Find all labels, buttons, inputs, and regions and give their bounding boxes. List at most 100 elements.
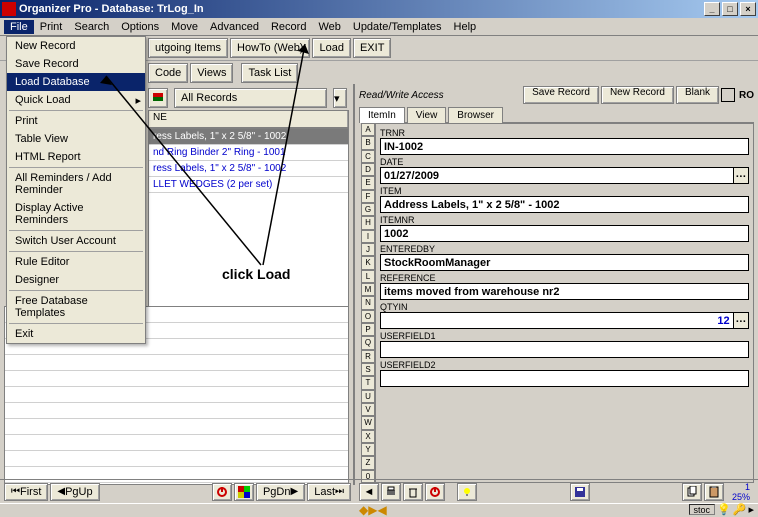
letter-A[interactable]: A bbox=[361, 123, 375, 136]
exit-button[interactable]: EXIT bbox=[353, 38, 391, 58]
fm-load-database[interactable]: Load Database bbox=[7, 73, 145, 91]
grid-row[interactable]: LLET WEDGES (2 per set) bbox=[149, 177, 348, 193]
userfield2-input[interactable] bbox=[380, 370, 749, 387]
howto-web-button[interactable]: HowTo (Web) bbox=[230, 38, 310, 58]
tab-view[interactable]: View bbox=[407, 107, 447, 123]
blank-button[interactable]: Blank bbox=[676, 86, 719, 104]
enteredby-input[interactable] bbox=[380, 254, 749, 271]
letter-I[interactable]: I bbox=[361, 230, 375, 243]
letter-M[interactable]: M bbox=[361, 283, 375, 296]
letter-S[interactable]: S bbox=[361, 363, 375, 376]
letter-L[interactable]: L bbox=[361, 270, 375, 283]
fm-designer[interactable]: Designer bbox=[7, 271, 145, 289]
menu-file[interactable]: File bbox=[4, 20, 34, 34]
maximize-button[interactable]: □ bbox=[722, 2, 738, 16]
menu-help[interactable]: Help bbox=[448, 20, 483, 34]
date-input[interactable] bbox=[380, 167, 734, 184]
reference-input[interactable] bbox=[380, 283, 749, 300]
letter-G[interactable]: G bbox=[361, 203, 375, 216]
letter-H[interactable]: H bbox=[361, 216, 375, 229]
back-arrow-icon[interactable]: ◄ bbox=[359, 483, 379, 501]
fm-switch-user[interactable]: Switch User Account bbox=[7, 232, 145, 250]
tab-browser[interactable]: Browser bbox=[448, 107, 503, 123]
fm-save-record[interactable]: Save Record bbox=[7, 55, 145, 73]
pgdn-button[interactable]: PgDn▶ bbox=[256, 483, 305, 501]
last-button[interactable]: Last⏭ bbox=[307, 483, 351, 501]
color-grid-icon[interactable] bbox=[234, 483, 254, 501]
letter-N[interactable]: N bbox=[361, 296, 375, 309]
menu-record[interactable]: Record bbox=[265, 20, 312, 34]
menu-advanced[interactable]: Advanced bbox=[204, 20, 265, 34]
ro-checkbox[interactable] bbox=[721, 88, 735, 102]
userfield1-input[interactable] bbox=[380, 341, 749, 358]
menu-print[interactable]: Print bbox=[34, 20, 69, 34]
code-button[interactable]: Code bbox=[148, 63, 188, 83]
letter-B[interactable]: B bbox=[361, 136, 375, 149]
letter-D[interactable]: D bbox=[361, 163, 375, 176]
letter-K[interactable]: K bbox=[361, 256, 375, 269]
fm-new-record[interactable]: New Record bbox=[7, 37, 145, 55]
save-record-button[interactable]: Save Record bbox=[523, 86, 599, 104]
fm-all-reminders[interactable]: All Reminders / Add Reminder bbox=[7, 169, 145, 199]
fm-display-reminders[interactable]: Display Active Reminders bbox=[7, 199, 145, 229]
qtyin-input[interactable] bbox=[380, 312, 734, 329]
bulb-icon[interactable] bbox=[457, 483, 477, 501]
letter-T[interactable]: T bbox=[361, 376, 375, 389]
itemnr-input[interactable] bbox=[380, 225, 749, 242]
menu-web[interactable]: Web bbox=[312, 20, 346, 34]
grid-row[interactable]: ress Labels, 1" x 2 5/8" - 1002 bbox=[149, 129, 348, 145]
letter-C[interactable]: C bbox=[361, 150, 375, 163]
tab-itemin[interactable]: ItemIn bbox=[359, 107, 405, 123]
outgoing-items-button[interactable]: utgoing Items bbox=[148, 38, 228, 58]
close-button[interactable]: × bbox=[740, 2, 756, 16]
new-record-button[interactable]: New Record bbox=[601, 86, 674, 104]
menu-options[interactable]: Options bbox=[115, 20, 165, 34]
pgup-button[interactable]: ◀PgUp bbox=[50, 483, 99, 501]
minimize-button[interactable]: _ bbox=[704, 2, 720, 16]
letter-Z[interactable]: Z bbox=[361, 456, 375, 469]
letter-Q[interactable]: Q bbox=[361, 336, 375, 349]
power2-icon[interactable] bbox=[425, 483, 445, 501]
trnr-input[interactable] bbox=[380, 138, 749, 155]
grid-col-1[interactable]: NE bbox=[149, 111, 348, 127]
letter-P[interactable]: P bbox=[361, 323, 375, 336]
load-button[interactable]: Load bbox=[312, 38, 350, 58]
letter-W[interactable]: W bbox=[361, 416, 375, 429]
paste-icon[interactable] bbox=[704, 483, 724, 501]
grid-row[interactable]: nd Ring Binder 2" Ring - 1001 bbox=[149, 145, 348, 161]
fm-print[interactable]: Print bbox=[7, 112, 145, 130]
first-button[interactable]: ⏮First bbox=[4, 483, 48, 501]
fm-table-view[interactable]: Table View bbox=[7, 130, 145, 148]
letter-E[interactable]: E bbox=[361, 176, 375, 189]
fm-rule-editor[interactable]: Rule Editor bbox=[7, 253, 145, 271]
letter-Y[interactable]: Y bbox=[361, 443, 375, 456]
fm-quick-load[interactable]: Quick Load bbox=[7, 91, 145, 109]
letter-V[interactable]: V bbox=[361, 403, 375, 416]
flag-icon[interactable] bbox=[148, 88, 168, 108]
fm-exit[interactable]: Exit bbox=[7, 325, 145, 343]
letter-O[interactable]: O bbox=[361, 310, 375, 323]
letter-F[interactable]: F bbox=[361, 190, 375, 203]
qtyin-more-button[interactable]: … bbox=[734, 312, 749, 329]
letter-R[interactable]: R bbox=[361, 350, 375, 363]
letter-X[interactable]: X bbox=[361, 430, 375, 443]
print-icon[interactable] bbox=[381, 483, 401, 501]
fm-free-templates[interactable]: Free Database Templates bbox=[7, 292, 145, 322]
menu-update[interactable]: Update/Templates bbox=[347, 20, 448, 34]
save-icon[interactable] bbox=[570, 483, 590, 501]
item-input[interactable] bbox=[380, 196, 749, 213]
power-icon[interactable] bbox=[212, 483, 232, 501]
letter-J[interactable]: J bbox=[361, 243, 375, 256]
all-records-button[interactable]: All Records bbox=[174, 88, 327, 108]
grid-row[interactable]: ress Labels, 1" x 2 5/8" - 1002 bbox=[149, 161, 348, 177]
views-button[interactable]: Views bbox=[190, 63, 233, 83]
trash-icon[interactable] bbox=[403, 483, 423, 501]
tasklist-button[interactable]: Task List bbox=[241, 63, 298, 83]
letter-U[interactable]: U bbox=[361, 390, 375, 403]
menu-move[interactable]: Move bbox=[165, 20, 204, 34]
form-scroll[interactable]: TRNR DATE … ITEM ITEMNR ENTEREDBY REFERE… bbox=[375, 123, 754, 483]
fm-html-report[interactable]: HTML Report bbox=[7, 148, 145, 166]
menu-search[interactable]: Search bbox=[68, 20, 115, 34]
copy-icon[interactable] bbox=[682, 483, 702, 501]
dropdown-arrow-icon[interactable]: ▾ bbox=[333, 88, 347, 108]
